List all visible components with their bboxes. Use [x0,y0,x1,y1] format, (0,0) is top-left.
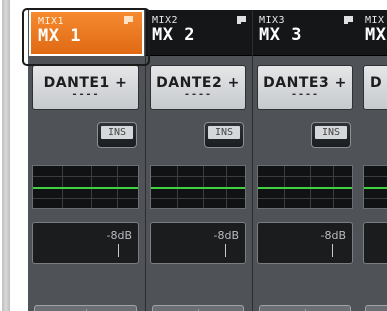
insert-label: INS [315,126,347,139]
eq-curve [364,187,387,189]
input-patch-button-mix1[interactable]: DANTE1 + ---- [32,65,139,110]
insert-label: INS [208,126,240,139]
channel-name-button-mix3[interactable]: MIX3 MX 3 [253,10,359,56]
channel-name-button-mix2[interactable]: MIX2 MX 2 [146,10,252,56]
channel-name: MX 2 [152,25,195,45]
level-readout: -8dB [106,229,133,242]
insert-label: INS [101,126,133,139]
channel-name: MX 1 [38,26,81,46]
eq-gridline [258,198,352,199]
channel-marker-icon [237,16,246,24]
fader-area-mix3[interactable] [259,305,351,311]
eq-curve [258,187,352,189]
channel-name: MX 3 [259,25,302,45]
dynamics-meter-mix2[interactable]: -8dB [150,222,246,264]
patch-sub: ---- [290,89,320,100]
dynamics-meter-mix1[interactable]: -8dB [32,222,139,264]
eq-gridline [33,176,138,177]
channel-strip-mix3: MIX3 MX 3 DANTE3 + ---- INS -8dB [253,10,361,311]
eq-curve [151,187,245,189]
eq-gridline [33,198,138,199]
eq-graph-mix4[interactable] [363,165,387,209]
level-indicator [118,244,119,257]
eq-gridline [151,198,245,199]
eq-graph-mix1[interactable] [32,165,139,209]
eq-gridline [364,198,387,199]
console-left-edge [0,0,10,311]
insert-button-mix2[interactable]: INS [204,122,244,148]
channel-name: MX [365,25,387,45]
eq-gridline [364,176,387,177]
patch-name: D [370,75,383,91]
eq-graph-mix3[interactable] [257,165,353,209]
channel-strip-mix2: MIX2 MX 2 DANTE2 + ---- INS -8dB [146,10,254,311]
level-readout: -8dB [320,229,347,242]
level-indicator [225,244,226,257]
eq-gridline [151,176,245,177]
channel-marker-icon [344,16,353,24]
insert-button-mix1[interactable]: INS [97,122,137,148]
channel-strip-mix4: MIX MX D [359,10,387,311]
fader-area-mix1[interactable] [34,305,137,311]
insert-button-mix3[interactable]: INS [311,122,351,148]
channel-strip-mix1: MIX1 MX 1 DANTE1 + ---- INS -8dB [28,10,147,311]
level-readout: -8dB [213,229,240,242]
fader-area-mix2[interactable] [152,305,244,311]
eq-gridline [258,176,352,177]
patch-sub: ---- [71,89,100,100]
dynamics-meter-mix3[interactable]: -8dB [257,222,353,264]
input-patch-button-mix2[interactable]: DANTE2 + ---- [150,65,246,110]
patch-sub: ---- [183,89,213,100]
mixer-console: MIX1 MX 1 DANTE1 + ---- INS -8dB MIX2 MX… [0,0,387,311]
channel-name-button-mix4[interactable]: MIX MX [359,10,387,56]
eq-graph-mix2[interactable] [150,165,246,209]
eq-curve [33,187,138,189]
fader-area-mix4[interactable] [365,305,387,311]
level-indicator [332,244,333,257]
input-patch-button-mix3[interactable]: DANTE3 + ---- [257,65,353,110]
channel-name-button-mix1[interactable]: MIX1 MX 1 [29,10,144,56]
input-patch-button-mix4[interactable]: D [363,65,387,110]
dynamics-meter-mix4[interactable] [363,222,387,264]
channel-marker-icon [124,16,133,24]
